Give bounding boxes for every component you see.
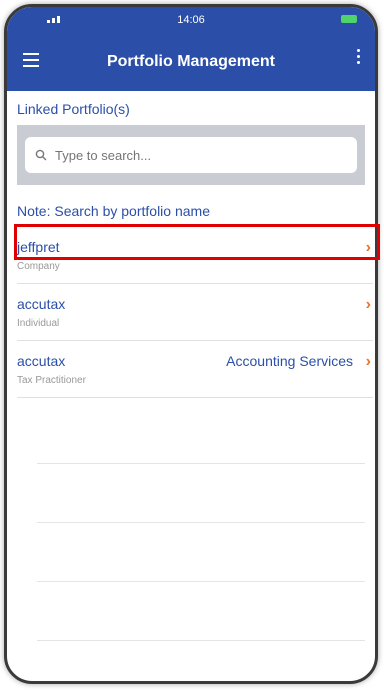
search-input[interactable]: [53, 146, 317, 164]
highlight-box: [14, 224, 380, 260]
search-icon: [35, 149, 47, 161]
portfolio-row-accutax-tax-practitioner[interactable]: accutax Accounting Services Tax Practiti…: [17, 341, 373, 398]
portfolio-type: Individual: [17, 318, 60, 329]
phone-frame: 14:06 Portfolio Management Linked Portfo…: [4, 4, 378, 684]
app-bar: Portfolio Management: [7, 33, 375, 91]
search-container: [17, 125, 365, 185]
portfolio-name: accutax: [17, 353, 66, 369]
portfolio-type: Company: [17, 261, 60, 272]
search-box[interactable]: [25, 137, 357, 173]
more-vertical-icon[interactable]: [353, 49, 363, 71]
empty-list-lines: [37, 405, 365, 641]
portfolio-row-accutax-individual[interactable]: accutax Individual ›: [17, 284, 373, 341]
portfolio-service: Accounting Services: [226, 353, 353, 369]
chevron-right-icon: ›: [365, 296, 371, 313]
battery-icon: [341, 15, 357, 23]
search-note: Note: Search by portfolio name: [17, 203, 210, 219]
chevron-right-icon: ›: [365, 353, 371, 370]
status-time: 14:06: [177, 14, 205, 26]
portfolio-type: Tax Practitioner: [17, 375, 86, 386]
section-title: Linked Portfolio(s): [17, 101, 130, 117]
page-title: Portfolio Management: [106, 53, 275, 70]
portfolio-name: accutax: [17, 296, 66, 312]
status-bar: 14:06: [7, 7, 375, 33]
